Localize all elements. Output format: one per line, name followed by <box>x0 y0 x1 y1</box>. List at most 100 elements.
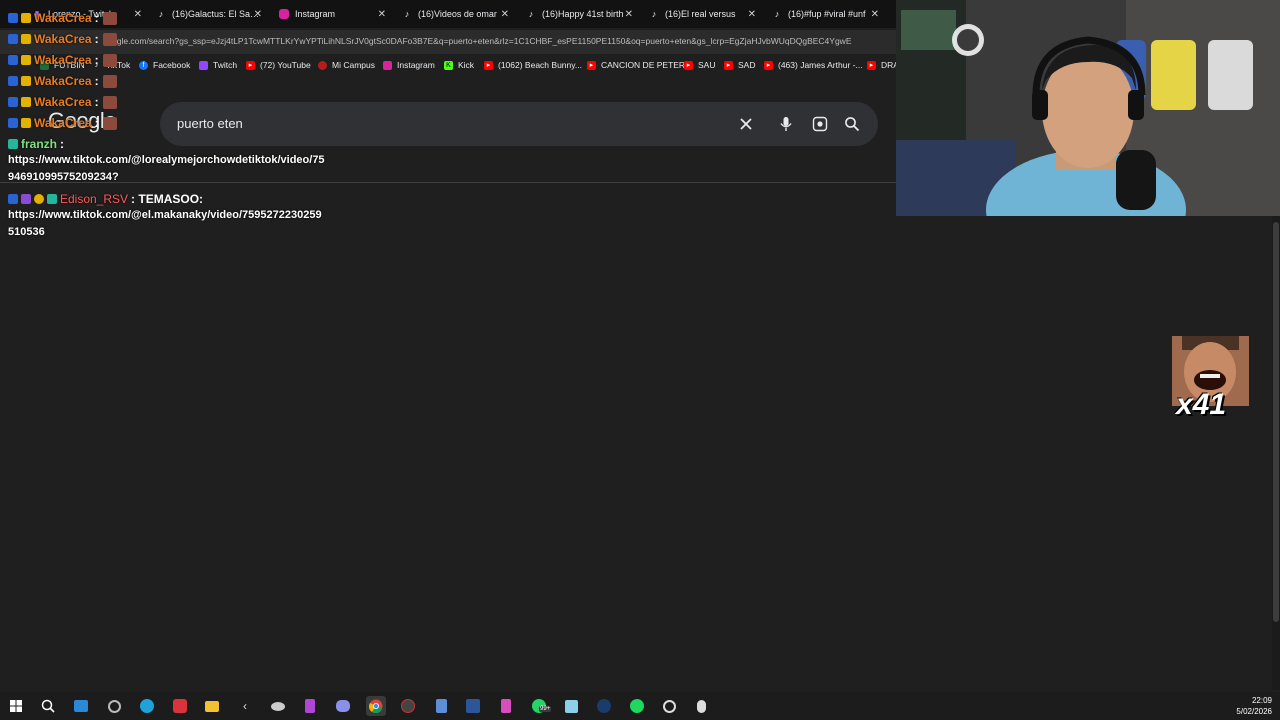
app-purple-icon[interactable] <box>300 696 320 716</box>
chat-separator: : <box>60 137 64 151</box>
whatsapp-icon[interactable]: 99+ <box>529 696 552 716</box>
crown-badge-icon <box>21 97 31 107</box>
close-icon[interactable]: ✕ <box>501 9 509 20</box>
badge-icon <box>8 34 18 44</box>
bookmark-beach-bunny[interactable]: ▸ (1062) Beach Bunny... <box>484 60 582 70</box>
taskbar: ‹ 99+ 22:09 5/02/2026 <box>0 692 1280 720</box>
bookmark-cancion-de-peter[interactable]: ▸ CANCION DE PETER <box>587 60 685 70</box>
chat-line: WakaCrea : <box>8 29 117 49</box>
clock-time: 22:09 <box>1251 696 1272 705</box>
tab-galactus[interactable]: ♪ (16)Galactus: El Sacrif ✕ <box>156 4 262 24</box>
word-icon[interactable] <box>463 696 483 716</box>
lens-icon[interactable] <box>810 114 830 134</box>
number-badge-icon <box>34 194 44 204</box>
app-arrow-icon[interactable]: ‹ <box>235 696 255 716</box>
bookmark-instagram[interactable]: Instagram <box>383 60 435 70</box>
emote-icon <box>102 32 117 46</box>
clock-date: 5/02/2026 <box>1236 707 1272 716</box>
discord-icon[interactable] <box>333 696 353 716</box>
emote-icon <box>102 53 117 67</box>
tab-instagram[interactable]: Instagram ✕ <box>279 4 386 24</box>
clear-icon[interactable] <box>736 114 756 134</box>
close-icon[interactable]: ✕ <box>254 9 262 20</box>
tiktok-icon: ♪ <box>774 9 780 19</box>
scrollbar[interactable] <box>1272 216 1280 690</box>
close-icon[interactable]: ✕ <box>748 9 756 20</box>
emote-icon <box>102 74 117 88</box>
bookmark-kick[interactable]: K Kick <box>444 60 474 70</box>
bookmark-facebook[interactable]: f Facebook <box>139 60 190 70</box>
chrome-icon[interactable] <box>366 696 386 716</box>
chat-username: WakaCrea <box>34 95 92 109</box>
system-clock[interactable]: 22:09 5/02/2026 <box>1236 695 1272 717</box>
badge-icon <box>8 55 18 65</box>
youtube-icon: ▸ <box>684 60 693 70</box>
edge-icon[interactable] <box>137 696 157 716</box>
search-input[interactable]: puerto eten <box>177 116 243 131</box>
chat-separator: : <box>94 32 99 46</box>
microphone-icon[interactable] <box>776 114 796 134</box>
xbox-icon[interactable] <box>104 696 124 716</box>
bookmark-sau[interactable]: ▸ SAU <box>684 60 715 70</box>
chat-separator: : <box>94 74 99 88</box>
store-icon[interactable] <box>71 696 91 716</box>
emote-icon <box>102 11 117 25</box>
tab-label: (16)Galactus: El Sacrif <box>172 9 262 19</box>
spotify-icon[interactable] <box>627 696 647 716</box>
app-folder-icon[interactable] <box>561 696 581 716</box>
tab-real-versus[interactable]: ♪ (16)El real versus ✕ <box>649 4 756 24</box>
close-icon[interactable]: ✕ <box>871 9 879 20</box>
calculator-icon[interactable] <box>431 696 451 716</box>
address-bar[interactable]: ogle.com/search?gs_ssp=eJzj4tLP1TcwMTTLK… <box>0 30 896 54</box>
close-icon[interactable]: ✕ <box>378 9 386 20</box>
tab-fup-viral[interactable]: ♪ (16)#fup #viral #unf ✕ <box>772 4 879 24</box>
bookmark-sad[interactable]: ▸ SAD <box>724 60 755 70</box>
webcam-scene <box>896 0 1280 216</box>
url-text[interactable]: ogle.com/search?gs_ssp=eJzj4tLP1TcwMTTLK… <box>112 36 896 46</box>
crown-badge-icon <box>21 76 31 86</box>
chat-line: WakaCrea : <box>8 113 117 133</box>
badge-icon <box>8 13 18 23</box>
close-icon[interactable]: ✕ <box>625 9 633 20</box>
app-chrome-dark-icon[interactable] <box>398 696 418 716</box>
emote-icon <box>102 116 117 130</box>
app-feather-icon[interactable] <box>268 696 288 716</box>
scrollbar-thumb[interactable] <box>1273 222 1279 622</box>
obs-icon[interactable] <box>659 696 679 716</box>
tiktok-icon: ♪ <box>528 9 534 19</box>
chat-separator: : <box>94 116 99 130</box>
chat-username: WakaCrea <box>34 11 92 25</box>
bookmark-twitch[interactable]: Twitch <box>199 60 237 70</box>
app-pink-icon[interactable] <box>496 696 516 716</box>
badge-icon <box>8 97 18 107</box>
chat-username: Edison_RSV <box>60 192 129 206</box>
chat-line: WakaCrea : <box>8 8 117 28</box>
counter-text: x41 <box>1176 388 1227 421</box>
tab-videos-omar[interactable]: ♪ (16)Videos de omar ✕ <box>402 4 509 24</box>
app-red-icon[interactable] <box>170 696 190 716</box>
bookmark-label: SAU <box>698 60 716 70</box>
bookmark-youtube[interactable]: ▸ (72) YouTube <box>246 60 311 70</box>
search-icon[interactable] <box>38 696 58 716</box>
bookmark-label: CANCION DE PETER <box>601 60 686 70</box>
youtube-icon: ▸ <box>764 60 773 70</box>
gift-badge-icon <box>8 139 18 149</box>
steam-icon[interactable] <box>594 696 614 716</box>
youtube-icon: ▸ <box>484 60 493 70</box>
close-icon[interactable]: ✕ <box>134 9 142 20</box>
bookmark-mi-campus[interactable]: Mi Campus <box>318 60 375 70</box>
search-box[interactable]: puerto eten <box>160 102 878 146</box>
whatsapp-badge: 99+ <box>539 706 552 712</box>
windows-start-icon[interactable] <box>6 696 26 716</box>
search-icon[interactable] <box>842 114 862 134</box>
tiktok-icon: ♪ <box>158 9 164 19</box>
bookmark-label: SAD <box>738 60 756 70</box>
bookmark-james-arthur[interactable]: ▸ (463) James Arthur -... <box>764 60 863 70</box>
tab-happy-birthday[interactable]: ♪ (16)Happy 41st birth ✕ <box>526 4 633 24</box>
chat-username: WakaCrea <box>34 32 92 46</box>
file-explorer-icon[interactable] <box>202 696 222 716</box>
badge-icon <box>8 194 18 204</box>
mouse-app-icon[interactable] <box>691 696 711 716</box>
bookmark-dra[interactable]: ▸ DRA <box>867 60 899 70</box>
chat-message-line: 94691099575209234? <box>8 171 119 183</box>
